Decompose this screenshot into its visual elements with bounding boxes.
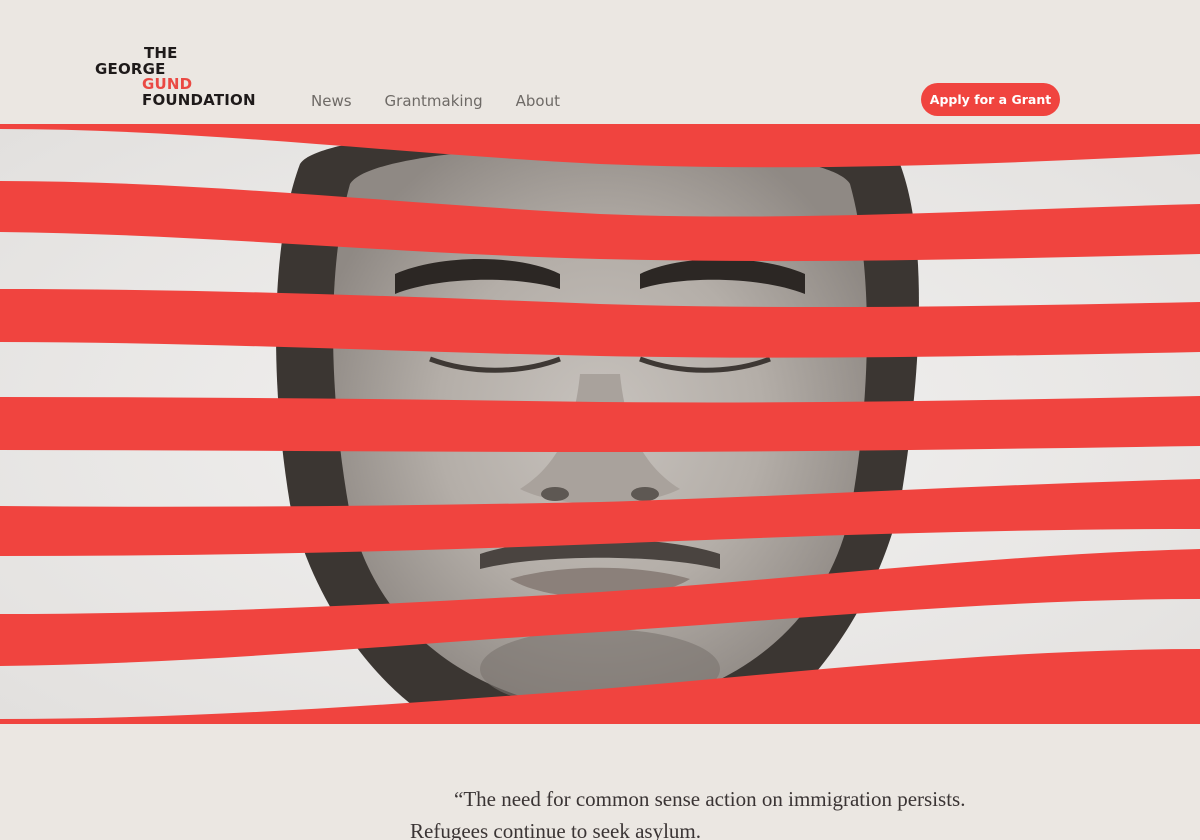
foundation-logo[interactable]: THE GEORGE GUND FOUNDATION	[95, 45, 265, 110]
nav-item-grantmaking[interactable]: Grantmaking	[385, 92, 483, 110]
hero-image	[0, 124, 1200, 724]
logo-line-foundation: FOUNDATION	[142, 90, 256, 109]
stripe-4	[0, 396, 1200, 452]
site-header: THE GEORGE GUND FOUNDATION News Grantmak…	[0, 0, 1200, 124]
hero-portrait-artwork	[0, 124, 1200, 724]
featured-quote: “The need for common sense action on imm…	[410, 787, 966, 840]
main-nav: News Grantmaking About	[311, 92, 560, 110]
apply-for-grant-button[interactable]: Apply for a Grant	[921, 83, 1060, 116]
nav-item-about[interactable]: About	[516, 92, 560, 110]
nav-item-news[interactable]: News	[311, 92, 352, 110]
